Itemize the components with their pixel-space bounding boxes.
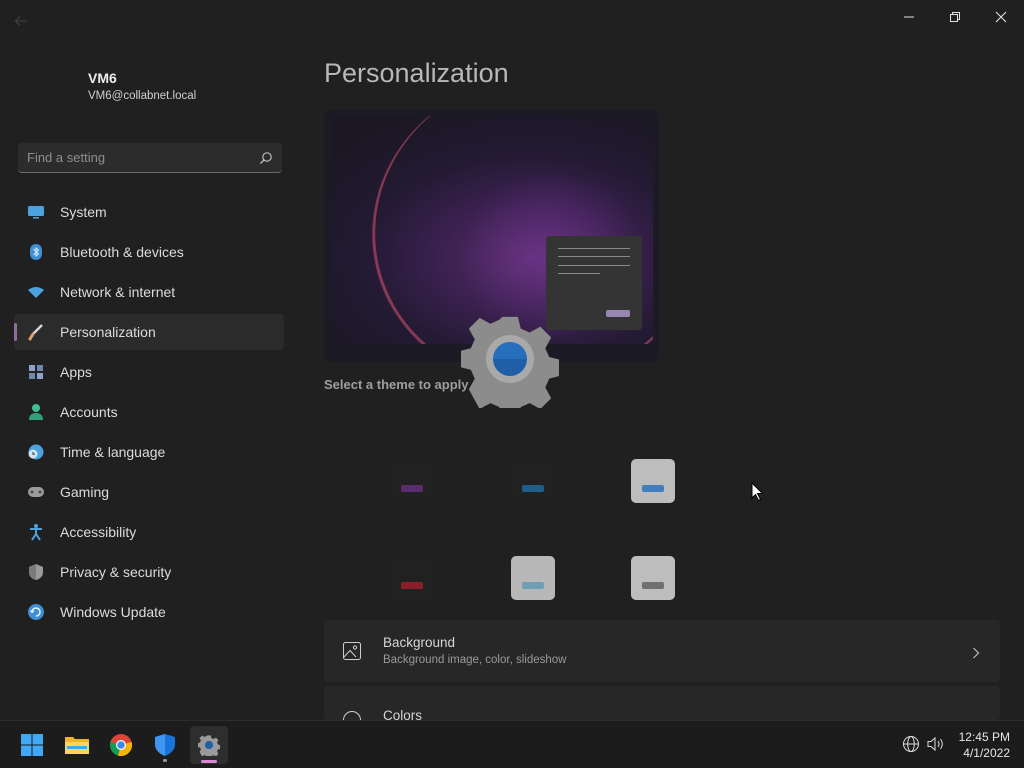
file-explorer-icon [65,737,89,754]
page-title: Personalization [324,58,509,88]
sidebar-item-label: Windows Update [60,604,166,620]
sidebar-item-label: Personalization [60,324,156,340]
monitor-icon [26,202,46,222]
back-arrow-icon [14,16,27,26]
sidebar-item-label: System [60,204,107,220]
chevron-right-icon [972,644,980,663]
taskbar-chrome[interactable] [102,726,140,764]
sidebar-item-network[interactable]: Network & internet [14,274,284,310]
settings-icon [198,735,220,756]
gamepad-icon [26,482,46,502]
row-subtitle: Background image, color, slideshow [383,654,567,666]
sidebar-item-label: Network & internet [60,284,176,300]
network-globe-icon[interactable] [902,735,920,757]
taskbar-settings[interactable] [190,726,228,764]
start-button[interactable] [13,726,51,764]
theme-option-6[interactable] [631,556,675,600]
search-icon[interactable] [259,150,273,169]
preview-window-mock [546,236,642,330]
search-input[interactable] [18,143,248,172]
accessibility-icon [26,522,46,542]
palette-icon [342,710,362,720]
theme-option-2[interactable] [511,459,555,503]
defender-icon [155,734,175,756]
row-title: Colors [383,708,423,720]
brush-icon [26,322,46,342]
theme-option-3[interactable] [631,459,675,503]
clock-time: 12:45 PM [958,730,1010,744]
search-box [18,143,282,173]
theme-option-4[interactable] [390,556,434,600]
image-icon [342,641,362,665]
background-setting-row[interactable]: Background Background image, color, slid… [324,620,1000,682]
taskbar-defender[interactable] [146,726,184,764]
sidebar-item-time-language[interactable]: Time & language [14,434,284,470]
theme-accent-bar [522,485,544,492]
minimize-button[interactable] [886,4,932,30]
sidebar-item-label: Apps [60,364,92,380]
wifi-icon [26,282,46,302]
sidebar-item-gaming[interactable]: Gaming [14,474,284,510]
maximize-button[interactable] [932,4,978,30]
running-indicator [163,759,167,762]
close-button[interactable] [978,4,1024,30]
sidebar-nav: System Bluetooth & devices Network & int… [14,194,284,634]
taskbar-file-explorer[interactable] [58,726,96,764]
sidebar-item-windows-update[interactable]: Windows Update [14,594,284,630]
sidebar-item-label: Bluetooth & devices [60,244,184,260]
start-icon [21,734,43,756]
back-button[interactable] [14,14,34,34]
title-bar [0,0,1024,34]
user-name: VM6 [88,70,117,86]
theme-accent-bar [522,582,544,589]
close-icon [995,11,1007,23]
sidebar-item-label: Privacy & security [60,564,172,580]
theme-option-5[interactable] [511,556,555,600]
minimize-icon [904,16,914,18]
sidebar-item-label: Accessibility [60,524,137,540]
volume-icon[interactable] [926,735,946,757]
theme-accent-bar [642,582,664,589]
sidebar-item-system[interactable]: System [14,194,284,230]
restore-icon [950,12,960,22]
chrome-icon [110,734,133,757]
sidebar-item-apps[interactable]: Apps [14,354,284,390]
theme-caption: Select a theme to apply [324,377,469,392]
mouse-cursor-icon [751,481,765,506]
person-icon [26,402,46,422]
user-email: VM6@collabnet.local [88,90,197,102]
settings-loading-gear-icon [459,310,561,419]
row-title: Background [383,635,456,650]
theme-option-1[interactable] [390,459,434,503]
clock-globe-icon [26,442,46,462]
apps-icon [26,362,46,382]
sidebar-item-privacy-security[interactable]: Privacy & security [14,554,284,590]
sidebar-item-label: Gaming [60,484,110,500]
shield-icon [26,562,46,582]
refresh-icon [26,602,46,622]
theme-accent-bar [642,485,664,492]
sidebar-item-label: Accounts [60,404,118,420]
clock-date: 4/1/2022 [963,746,1010,760]
sidebar-item-accounts[interactable]: Accounts [14,394,284,430]
taskbar: 12:45 PM 4/1/2022 [0,720,1024,768]
sidebar-item-accessibility[interactable]: Accessibility [14,514,284,550]
sidebar-item-label: Time & language [60,444,166,460]
theme-accent-bar [401,582,423,589]
user-profile[interactable]: VM6 VM6@collabnet.local [88,70,196,102]
sidebar-item-personalization[interactable]: Personalization [14,314,284,350]
sidebar-item-bluetooth[interactable]: Bluetooth & devices [14,234,284,270]
taskbar-clock[interactable]: 12:45 PM 4/1/2022 [959,729,1010,761]
colors-setting-row[interactable]: Colors [324,686,1000,720]
theme-accent-bar [401,485,423,492]
bluetooth-icon [26,242,46,262]
